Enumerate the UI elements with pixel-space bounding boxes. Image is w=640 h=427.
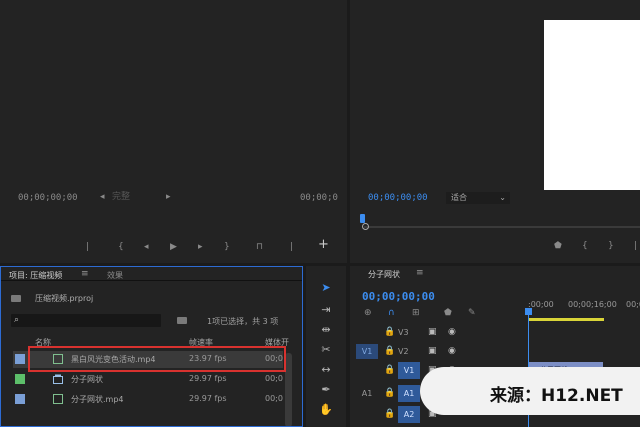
source-fit-arrow-right[interactable]: ▸ — [166, 192, 171, 202]
overwrite-icon[interactable]: | — [290, 242, 293, 252]
watermark-text: 来源：H12.NET — [490, 386, 623, 406]
eye-icon[interactable]: ◉ — [448, 346, 456, 356]
step-back-frame-icon[interactable]: ◂ — [144, 242, 149, 252]
scrub-zoom-handle[interactable] — [362, 223, 369, 230]
project-folder-icon — [11, 295, 21, 302]
program-monitor-panel: 00;00;00;00 适合 ⌄ ⬟ { } | — [350, 0, 640, 263]
nest-icon[interactable]: ⊕ — [364, 308, 372, 318]
time-ruler[interactable]: :00;00 00;00;16;00 00;0 — [528, 298, 640, 314]
track-v2[interactable]: V1 🔒 V2 ▣ ◉ — [350, 343, 528, 360]
ripple-edit-tool-icon[interactable]: ⇹ — [318, 322, 334, 338]
tools-panel: ➤ ⇥ ⇹ ✂ ↔ ✒ ✋ — [306, 266, 346, 427]
label-color-swatch[interactable] — [15, 354, 25, 364]
sequence-icon — [53, 374, 63, 384]
track-select-tool-icon[interactable]: ⇥ — [318, 302, 334, 318]
sync-lock-icon[interactable]: ▣ — [428, 346, 437, 356]
mark-out-icon[interactable]: } — [608, 241, 614, 251]
search-icon: ⌕ — [14, 315, 20, 325]
program-playhead[interactable] — [360, 214, 365, 223]
source-fit-select[interactable]: 完整 — [112, 192, 130, 202]
eye-icon[interactable]: ◉ — [448, 327, 456, 337]
new-bin-icon[interactable] — [177, 317, 187, 324]
program-scrub-bar[interactable] — [364, 226, 640, 228]
item-fps: 29.97 fps — [189, 374, 227, 383]
track-name: V3 — [398, 328, 409, 337]
chevron-down-icon: ⌄ — [499, 193, 506, 202]
source-monitor-panel: 00;00;00;00 ◂ 完整 ▸ 00;00;0 | { ◂ ▶ ▸ } ⊓… — [0, 0, 347, 263]
source-duration: 00;00;0 — [300, 193, 338, 203]
tab-effects[interactable]: 效果 — [107, 270, 123, 281]
sync-lock-icon[interactable]: ▣ — [428, 327, 437, 337]
tab-sequence[interactable]: 分子网状 — [368, 269, 400, 280]
source-patch[interactable]: V1 — [356, 344, 378, 359]
work-area-bar[interactable] — [528, 318, 604, 321]
step-back-icon[interactable]: { — [118, 242, 124, 252]
source-timecode[interactable]: 00;00;00;00 — [18, 193, 78, 203]
program-zoom-select[interactable]: 适合 ⌄ — [446, 192, 510, 204]
list-item[interactable]: 分子网状 29.97 fps 00;0 — [13, 371, 283, 388]
lock-icon[interactable]: 🔒 — [384, 409, 395, 419]
lock-icon[interactable]: 🔒 — [384, 327, 395, 337]
menu-icon[interactable]: ≡ — [81, 269, 89, 279]
track-target[interactable]: A2 — [398, 406, 420, 423]
watermark: 来源：H12.NET — [420, 367, 640, 415]
project-scrollbar[interactable] — [285, 353, 292, 426]
slip-tool-icon[interactable]: ↔ — [318, 362, 334, 378]
highlight-box — [28, 346, 286, 372]
program-preview-frame — [544, 20, 640, 190]
lock-icon[interactable]: 🔒 — [384, 388, 395, 398]
snap-icon[interactable]: ∩ — [388, 308, 395, 318]
project-tab-row: 项目: 压缩视频 ≡ 效果 — [1, 267, 302, 281]
mark-out-icon[interactable]: } — [224, 242, 230, 252]
razor-tool-icon[interactable]: ✂ — [318, 342, 334, 358]
track-name: V2 — [398, 347, 409, 356]
mark-in-icon[interactable]: | — [86, 242, 89, 252]
source-patch[interactable]: A1 — [356, 386, 378, 401]
tab-project[interactable]: 项目: 压缩视频 — [9, 270, 62, 281]
step-back-icon[interactable]: | — [634, 241, 637, 251]
label-color-swatch[interactable] — [15, 394, 25, 404]
wrench-icon[interactable]: ✎ — [468, 308, 476, 318]
ruler-tick: 00;0 — [626, 300, 640, 309]
lock-icon[interactable]: 🔒 — [384, 365, 395, 375]
track-target[interactable]: V1 — [398, 362, 420, 379]
lock-icon[interactable]: 🔒 — [384, 346, 395, 356]
track-target[interactable]: A1 — [398, 385, 420, 402]
mark-in-icon[interactable]: { — [582, 241, 588, 251]
program-timecode[interactable]: 00;00;00;00 — [368, 193, 428, 203]
item-fps: 29.97 fps — [189, 394, 227, 403]
item-name: 分子网状.mp4 — [71, 395, 124, 404]
menu-icon[interactable]: ≡ — [416, 268, 424, 278]
list-item[interactable]: 分子网状.mp4 29.97 fps 00;0 — [13, 391, 283, 408]
insert-icon[interactable]: ⊓ — [256, 242, 263, 252]
project-file-name: 压缩视频.prproj — [35, 294, 94, 303]
video-file-icon — [53, 394, 63, 404]
source-fit-arrow[interactable]: ◂ — [100, 192, 105, 202]
item-start: 00;0 — [265, 374, 283, 383]
add-button-icon[interactable]: + — [318, 238, 329, 251]
play-icon[interactable]: ▶ — [170, 242, 177, 252]
selection-info: 1项已选择，共 3 项 — [207, 317, 279, 326]
add-marker-icon[interactable]: ⬟ — [444, 308, 452, 318]
hand-tool-icon[interactable]: ✋ — [318, 402, 334, 418]
item-name: 分子网状 — [71, 375, 103, 384]
timeline-timecode[interactable]: 00;00;00;00 — [362, 290, 435, 303]
step-forward-icon[interactable]: ▸ — [198, 242, 203, 252]
pen-tool-icon[interactable]: ✒ — [318, 382, 334, 398]
label-color-swatch[interactable] — [15, 374, 25, 384]
timeline-tab-row: 分子网状 ≡ — [350, 266, 640, 280]
track-v3[interactable]: 🔒 V3 ▣ ◉ — [350, 324, 528, 341]
linked-selection-icon[interactable]: ⊞ — [412, 308, 420, 318]
search-input[interactable]: ⌕ — [11, 314, 161, 327]
zoom-value: 适合 — [451, 193, 467, 202]
add-marker-icon[interactable]: ⬟ — [554, 241, 562, 251]
item-start: 00;0 — [265, 394, 283, 403]
ruler-tick: 00;00;16;00 — [568, 300, 617, 309]
selection-tool-icon[interactable]: ➤ — [318, 280, 334, 296]
